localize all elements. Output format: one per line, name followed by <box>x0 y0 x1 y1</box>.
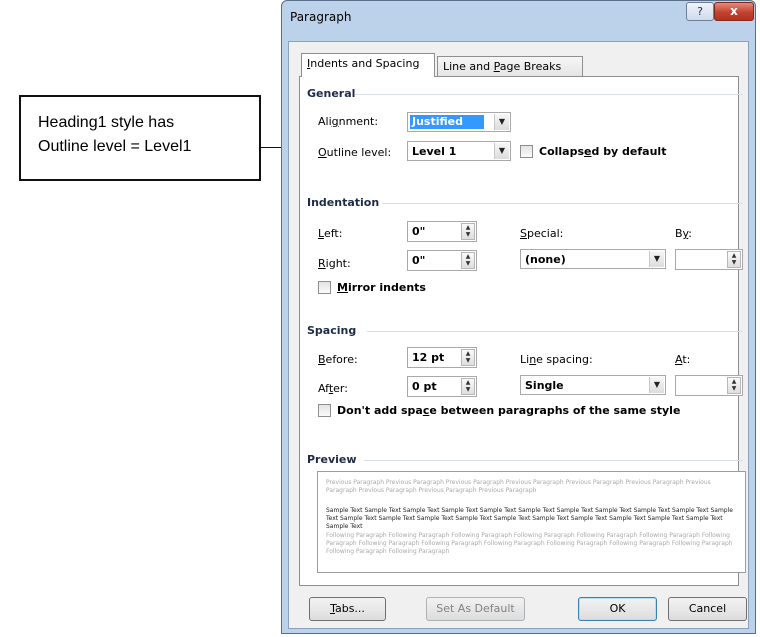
after-spacing-spinner[interactable]: 0 pt ▲ ▼ <box>407 376 477 397</box>
chevron-down-icon[interactable]: ▼ <box>649 251 664 267</box>
special-select[interactable]: (none) ▼ <box>520 249 666 269</box>
by-label: By: <box>675 227 692 240</box>
general-section-title: General <box>307 87 356 100</box>
dont-add-space-label[interactable]: Don't add space between paragraphs of th… <box>337 404 680 417</box>
preview-divider <box>364 460 743 461</box>
right-indent-spinner[interactable]: 0" ▲ ▼ <box>407 250 477 271</box>
left-indent-value: 0" <box>412 225 426 238</box>
tab-line-and-page-breaks[interactable]: Line and Page Breaks <box>437 56 583 77</box>
right-indent-value: 0" <box>412 254 426 267</box>
at-label: At: <box>675 353 691 366</box>
after-spacing-value: 0 pt <box>412 380 437 393</box>
mirror-indents-checkbox[interactable] <box>318 281 331 294</box>
special-label: Special: <box>520 227 564 240</box>
before-label: Before: <box>318 353 358 366</box>
left-indent-label: Left: <box>318 227 343 240</box>
alignment-value: Justified <box>410 115 484 129</box>
mirror-indents-label[interactable]: Mirror indents <box>337 281 426 294</box>
callout-line-2: Outline level = Level1 <box>38 138 192 155</box>
spin-arrows-icon[interactable]: ▲ ▼ <box>727 251 741 268</box>
left-indent-spinner[interactable]: 0" ▲ ▼ <box>407 221 477 242</box>
special-value: (none) <box>525 253 566 266</box>
collapsed-by-default-checkbox[interactable] <box>520 145 533 158</box>
help-icon: ? <box>697 5 703 18</box>
spin-arrows-icon[interactable]: ▲ ▼ <box>461 378 475 395</box>
outline-level-label: Outline level: <box>318 146 392 159</box>
close-button[interactable]: x <box>714 2 754 21</box>
tab-label: age Breaks <box>499 60 562 73</box>
callout-line-1: Heading1 style has <box>38 114 175 131</box>
spin-arrows-icon[interactable]: ▲ ▼ <box>727 377 741 394</box>
before-spacing-value: 12 pt <box>412 351 445 364</box>
line-spacing-value: Single <box>525 379 564 392</box>
tab-label-pre: Line and <box>443 60 494 73</box>
close-icon: x <box>730 4 738 18</box>
paragraph-dialog: Paragraph ? x Indents and Spacing Line a… <box>281 0 756 634</box>
preview-section-title: Preview <box>307 453 357 466</box>
paragraph-preview: Previous Paragraph Previous Paragraph Pr… <box>317 471 746 573</box>
alignment-label: Alignment: <box>318 115 379 128</box>
preview-previous-paragraph: Previous Paragraph Previous Paragraph Pr… <box>326 479 711 494</box>
right-indent-label: Right: <box>318 257 351 270</box>
chevron-down-icon[interactable]: ▼ <box>649 377 664 393</box>
by-spinner[interactable]: ▲ ▼ <box>675 249 743 270</box>
chevron-down-icon[interactable]: ▼ <box>494 114 509 130</box>
general-divider <box>355 94 743 95</box>
line-spacing-label: Line spacing: <box>520 353 593 366</box>
indentation-divider <box>382 203 743 204</box>
alignment-select[interactable]: Justified ▼ <box>407 112 511 132</box>
set-as-default-button[interactable]: Set As Default <box>426 597 525 621</box>
before-spacing-spinner[interactable]: 12 pt ▲ ▼ <box>407 347 477 368</box>
preview-sample-text: Sample Text Sample Text Sample Text Samp… <box>326 507 733 530</box>
collapsed-by-default-label[interactable]: Collapsed by default <box>539 145 666 158</box>
outline-level-value: Level 1 <box>412 145 457 158</box>
spin-arrows-icon[interactable]: ▲ ▼ <box>461 252 475 269</box>
dialog-title: Paragraph <box>290 10 352 24</box>
dont-add-space-checkbox[interactable] <box>318 404 331 417</box>
tab-label: ndents and Spacing <box>310 57 420 70</box>
spin-arrows-icon[interactable]: ▲ ▼ <box>461 223 475 240</box>
spacing-section-title: Spacing <box>307 324 357 337</box>
indentation-section-title: Indentation <box>307 196 380 209</box>
spin-arrows-icon[interactable]: ▲ ▼ <box>461 349 475 366</box>
tabs-button[interactable]: Tabs... <box>309 597 386 621</box>
ok-button[interactable]: OK <box>578 597 657 621</box>
at-spinner[interactable]: ▲ ▼ <box>675 375 743 396</box>
after-label: After: <box>318 382 348 395</box>
tab-indents-and-spacing[interactable]: Indents and Spacing <box>301 53 435 77</box>
outline-level-select[interactable]: Level 1 ▼ <box>407 141 511 161</box>
preview-following-paragraph: Following Paragraph Following Paragraph … <box>326 532 733 555</box>
cancel-button[interactable]: Cancel <box>668 597 747 621</box>
help-button[interactable]: ? <box>686 2 714 21</box>
title-bar[interactable]: Paragraph ? x <box>282 1 755 31</box>
annotation-callout: Heading1 style has Outline level = Level… <box>19 95 261 181</box>
chevron-down-icon[interactable]: ▼ <box>494 143 509 159</box>
spacing-divider <box>367 331 743 332</box>
line-spacing-select[interactable]: Single ▼ <box>520 375 666 395</box>
